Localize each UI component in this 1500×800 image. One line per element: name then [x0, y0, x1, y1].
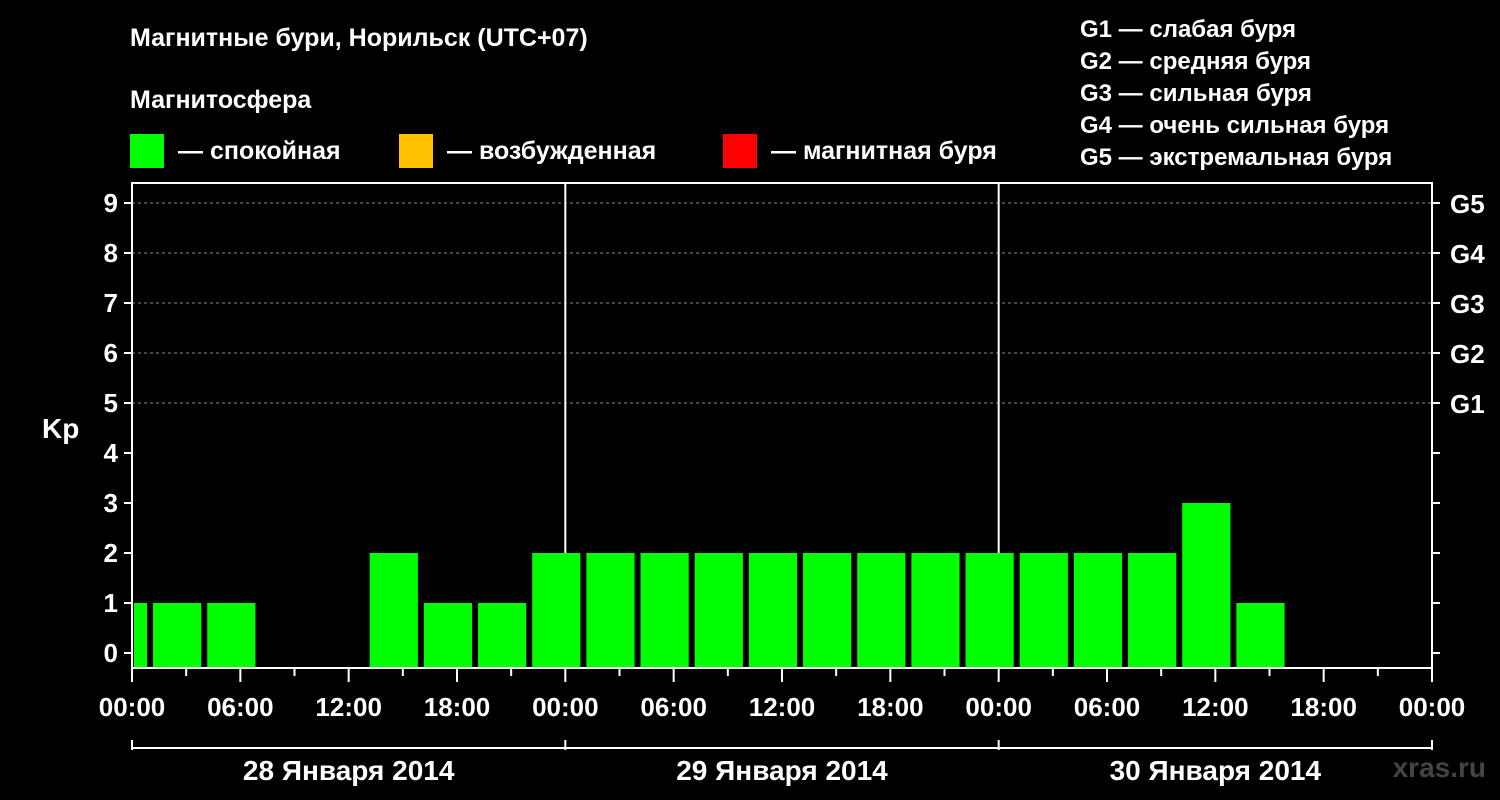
kp-bar	[478, 603, 527, 668]
y-tick-label: 2	[104, 538, 118, 568]
x-tick-label: 18:00	[857, 692, 924, 722]
y-tick-label: 5	[104, 388, 118, 418]
y-tick-label: 6	[104, 338, 118, 368]
kp-bar	[1128, 553, 1177, 668]
day-label: 28 Января 2014	[243, 755, 455, 786]
kp-bar	[423, 603, 473, 668]
kp-chart: 0 1 2 3 4 5 6 7 8 9 G1 G2 G3 G4 G5 Kp 00:00 06:00 12:00 18:…	[42, 182, 1485, 786]
x-tick-label: 12:00	[1182, 692, 1249, 722]
kp-bar	[1019, 553, 1068, 668]
g-tick-label: G1	[1450, 389, 1485, 419]
kp-bar	[134, 603, 148, 668]
x-tick-label: 06:00	[640, 692, 707, 722]
y-tick-label: 8	[104, 238, 118, 268]
x-tick-label: 12:00	[315, 692, 382, 722]
y-tick-label: 3	[104, 488, 118, 518]
x-tick-label: 12:00	[749, 692, 816, 722]
y-tick-label: 9	[104, 188, 118, 218]
y-axis-label: Kp	[42, 413, 79, 444]
g-tick-label: G3	[1450, 289, 1485, 319]
kp-bar	[1073, 553, 1123, 668]
kp-bar	[153, 603, 202, 668]
watermark: xras.ru	[1392, 752, 1486, 783]
kp-bar	[369, 553, 418, 668]
g-tick-label: G5	[1450, 189, 1485, 219]
kp-bar	[532, 553, 581, 668]
y-tick-label: 4	[104, 438, 119, 468]
kp-bar	[1236, 603, 1285, 668]
y-tick-label: 1	[104, 588, 118, 618]
kp-bar	[207, 603, 256, 668]
x-tick-label: 06:00	[1074, 692, 1141, 722]
kp-bar	[1182, 503, 1231, 668]
kp-bar	[965, 553, 1014, 668]
y-tick-label: 0	[104, 638, 118, 668]
kp-bar	[748, 553, 798, 668]
kp-bar	[911, 553, 960, 668]
x-tick-label: 18:00	[424, 692, 491, 722]
x-tick-label: 00:00	[1399, 692, 1466, 722]
kp-bar	[586, 553, 635, 668]
g-tick-label: G4	[1450, 239, 1485, 269]
day-label: 29 Января 2014	[676, 755, 888, 786]
kp-bar	[640, 553, 689, 668]
g-tick-label: G2	[1450, 339, 1485, 369]
y-tick-label: 7	[104, 288, 118, 318]
x-tick-label: 18:00	[1290, 692, 1357, 722]
kp-bar	[857, 553, 906, 668]
x-tick-label: 00:00	[532, 692, 599, 722]
x-tick-label: 00:00	[965, 692, 1032, 722]
x-tick-label: 00:00	[99, 692, 166, 722]
day-label: 30 Января 2014	[1110, 755, 1322, 786]
kp-bar	[694, 553, 743, 668]
kp-bar	[803, 553, 852, 668]
x-tick-label: 06:00	[207, 692, 274, 722]
